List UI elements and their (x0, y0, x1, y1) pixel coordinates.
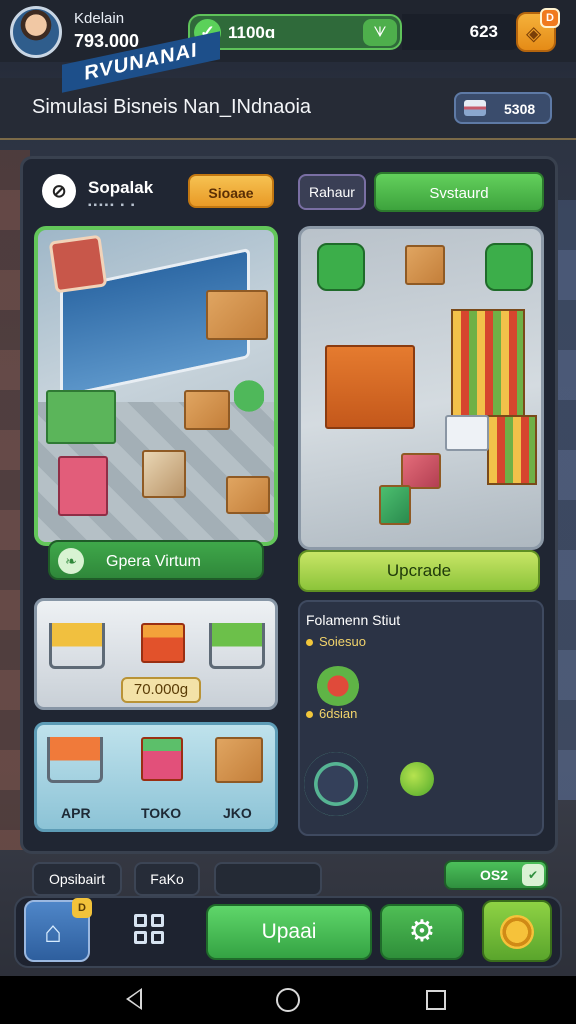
recent-apps-icon[interactable] (426, 990, 446, 1010)
shopping-cart-icon (49, 623, 105, 669)
apple-icon (400, 762, 434, 796)
cardboard-box (184, 390, 230, 430)
gift-box-icon (141, 737, 183, 781)
notification-badge: D (72, 898, 92, 918)
vegetable-icon (316, 666, 360, 706)
gift-box-icon (141, 623, 185, 663)
compass-icon: ⊘ (42, 174, 76, 208)
open-store-button[interactable]: ❧ Gpera Virtum (48, 540, 264, 580)
energy-value: 1100ɑ (228, 23, 276, 42)
goods-card[interactable]: 70.000g (34, 598, 278, 710)
tab-svstaurd[interactable]: Svstaurd (374, 172, 544, 212)
grid-tile-icon (317, 243, 365, 291)
gear-icon: ⚙ (408, 915, 436, 948)
back-icon[interactable] (126, 988, 142, 1010)
upgrade-store-button[interactable]: Upcrade (298, 550, 540, 592)
home-circle-icon[interactable] (276, 988, 300, 1012)
cardboard-box (379, 485, 411, 525)
tab-fako[interactable]: FaKo (134, 862, 200, 896)
shop-label-apr: APR (61, 805, 91, 821)
gold-reward-button[interactable] (482, 900, 552, 962)
supermarket-preview-card[interactable] (298, 226, 544, 550)
target-badge-icon[interactable] (304, 752, 368, 816)
product-rack (487, 415, 537, 485)
diamond-tile-icon (485, 243, 533, 291)
tab-opsibairt[interactable]: Opsibairt (32, 862, 122, 896)
stats-title: Folamenn Stiut (306, 612, 401, 628)
shopping-cart-icon (47, 737, 103, 783)
main-upgrade-button[interactable]: Upaai (206, 904, 372, 960)
settings-button[interactable]: ⚙ (380, 904, 464, 960)
stats-row: 6dsian (306, 706, 357, 721)
dropdown-icon: ✔ (522, 864, 544, 886)
cardboard-box (226, 476, 270, 514)
player-money: 793.000 (74, 31, 140, 51)
checkout-counter (325, 345, 415, 429)
cardboard-box (142, 450, 186, 498)
product-rack (451, 309, 525, 419)
gem-shop-button[interactable]: ◈ D (516, 8, 560, 52)
stats-panel: Folamenn Stiut Soiesuo 6dsian (298, 600, 544, 836)
player-avatar[interactable] (10, 6, 62, 58)
energy-add-button[interactable]: ᗐ (363, 19, 397, 46)
player-name: Kdelain (74, 10, 125, 27)
stats-row: Soiesuo (306, 634, 366, 649)
gem-value: 623 (469, 22, 498, 41)
open-store-label: Gpera Virtum (106, 553, 201, 570)
coin-icon: ◈ (526, 23, 542, 45)
books-counter[interactable]: 5308 (454, 92, 552, 124)
home-button[interactable]: ⌂ D (24, 898, 92, 962)
cardboard-box (401, 453, 441, 489)
section-subtitle: ▪▪▪▪▪ ▪ ▪ (88, 200, 137, 211)
shop-label-toko: TOKO (141, 805, 182, 821)
display-case (445, 415, 489, 451)
empty-tab[interactable] (214, 862, 322, 896)
tab-rahaur[interactable]: Rahaur (298, 174, 366, 210)
cardboard-box (215, 737, 263, 783)
grid-menu-icon[interactable] (134, 914, 166, 946)
books-value: 5308 (504, 101, 536, 117)
shop-button[interactable]: Sioaae (188, 174, 274, 208)
shop-label-jko: JKO (223, 805, 252, 821)
shopping-cart-icon (209, 623, 265, 669)
leaf-icon: ❧ (58, 548, 84, 574)
house-icon: ⌂ (44, 916, 63, 949)
notification-badge: D (540, 8, 560, 28)
count-pill[interactable]: OS2 ✔ (444, 860, 548, 890)
store-emblem-icon (48, 234, 108, 294)
section-title: Sopalak (88, 178, 154, 197)
books-icon (464, 100, 486, 116)
gem-bar: 623 (402, 14, 520, 50)
count-value: OS2 (480, 867, 509, 883)
game-title: Simulasi Bisneis Nan_INdnaoia (32, 96, 312, 118)
display-shelf (46, 390, 116, 444)
goods-price: 70.000g (121, 677, 201, 703)
gold-coin-icon (500, 915, 534, 949)
shop-items-card[interactable]: APR TOKO JKO (34, 722, 278, 832)
product-stand (58, 456, 108, 516)
cardboard-box (405, 245, 445, 285)
energy-bar: ✓ 1100ɑ ᗐ (188, 14, 402, 50)
potted-plant (234, 380, 264, 420)
cardboard-box (206, 290, 268, 340)
